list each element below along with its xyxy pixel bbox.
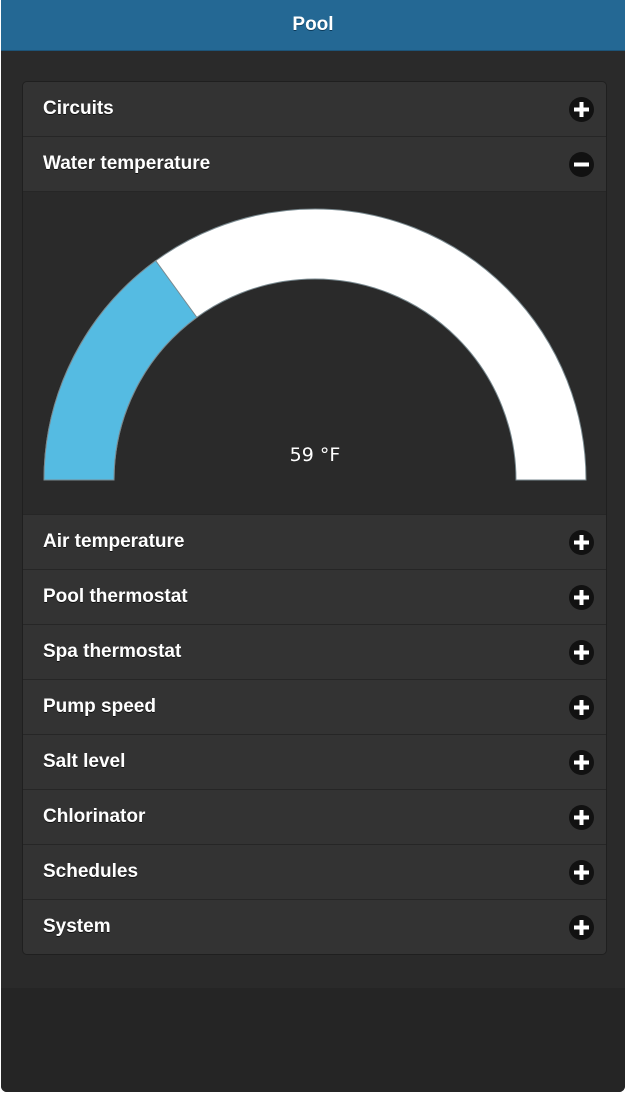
plus-icon[interactable] bbox=[569, 694, 594, 720]
gauge-value: 59 °F bbox=[290, 444, 341, 466]
plus-icon[interactable] bbox=[569, 749, 594, 775]
plus-icon[interactable] bbox=[569, 96, 594, 122]
water-temperature-panel: 59 °F bbox=[23, 192, 606, 515]
page-title: Pool bbox=[292, 14, 334, 35]
temperature-gauge: 59 °F bbox=[43, 208, 587, 481]
section-label: Chlorinator bbox=[43, 806, 146, 827]
plus-icon[interactable] bbox=[569, 529, 594, 555]
plus-icon[interactable] bbox=[569, 914, 594, 940]
section-schedules[interactable]: Schedules bbox=[23, 845, 606, 900]
section-label: Air temperature bbox=[43, 531, 185, 552]
minus-icon[interactable] bbox=[569, 151, 594, 177]
section-pump-speed[interactable]: Pump speed bbox=[23, 680, 606, 735]
section-label: Spa thermostat bbox=[43, 641, 182, 662]
app-window: Pool Circuits Water temperature 59 °F Ai… bbox=[1, 0, 625, 1092]
section-pool-thermostat[interactable]: Pool thermostat bbox=[23, 570, 606, 625]
section-circuits[interactable]: Circuits bbox=[23, 82, 606, 137]
section-label: Circuits bbox=[43, 98, 114, 119]
plus-icon[interactable] bbox=[569, 859, 594, 885]
plus-icon[interactable] bbox=[569, 584, 594, 610]
section-water-temperature[interactable]: Water temperature bbox=[23, 137, 606, 192]
section-chlorinator[interactable]: Chlorinator bbox=[23, 790, 606, 845]
section-system[interactable]: System bbox=[23, 900, 606, 954]
section-label: System bbox=[43, 916, 111, 937]
section-salt-level[interactable]: Salt level bbox=[23, 735, 606, 790]
section-label: Water temperature bbox=[43, 153, 211, 174]
header-bar: Pool bbox=[1, 0, 625, 51]
main-content: Circuits Water temperature 59 °F Air tem… bbox=[1, 51, 625, 988]
section-label: Salt level bbox=[43, 751, 126, 772]
section-label: Pool thermostat bbox=[43, 586, 188, 607]
section-label: Pump speed bbox=[43, 696, 156, 717]
plus-icon[interactable] bbox=[569, 804, 594, 830]
footer-area bbox=[1, 988, 625, 1092]
gauge-fill bbox=[43, 260, 198, 481]
section-spa-thermostat[interactable]: Spa thermostat bbox=[23, 625, 606, 680]
section-label: Schedules bbox=[43, 861, 139, 882]
section-air-temperature[interactable]: Air temperature bbox=[23, 515, 606, 570]
accordion: Circuits Water temperature 59 °F Air tem… bbox=[22, 81, 607, 955]
plus-icon[interactable] bbox=[569, 639, 594, 665]
